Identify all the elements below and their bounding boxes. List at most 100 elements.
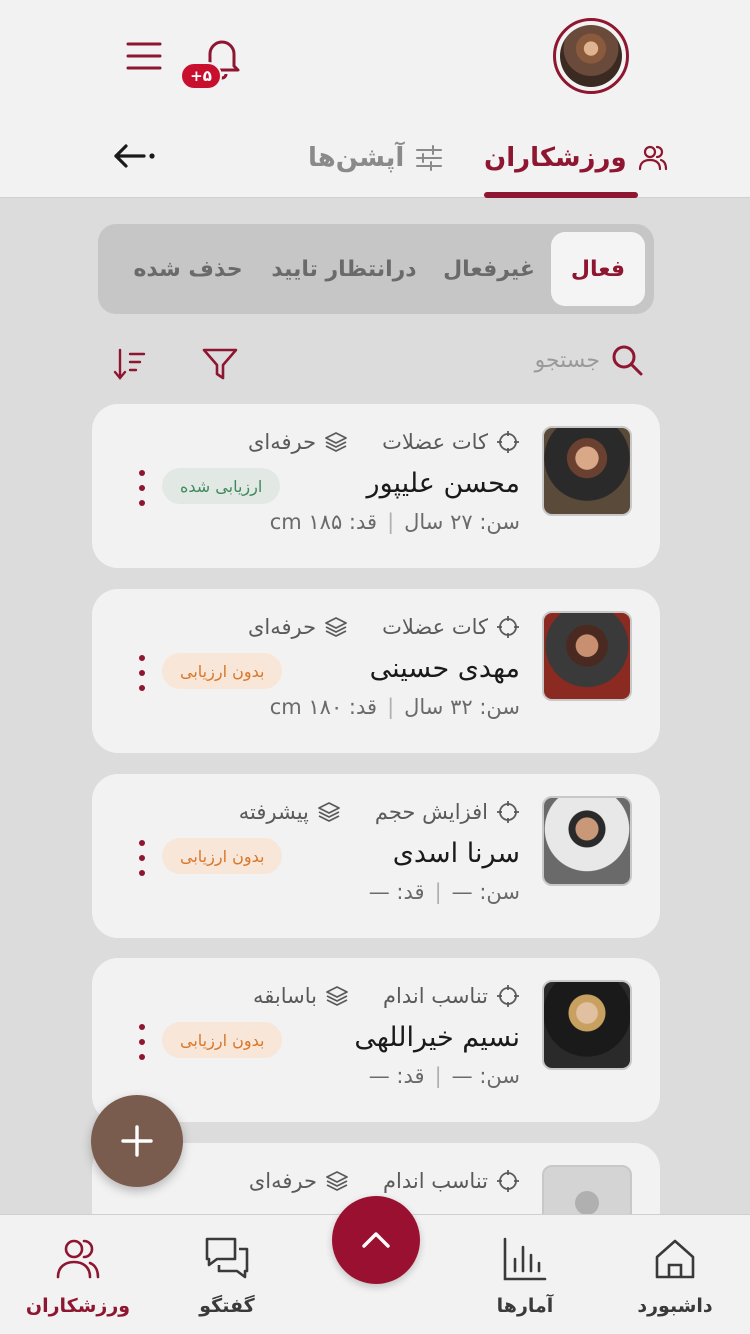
athlete-level: باسابقه: [253, 984, 317, 1008]
height-label: قد:: [396, 1064, 425, 1088]
app-header: +۵ ورزشکاران آپشن‌ها: [0, 0, 750, 198]
target-icon: [497, 801, 519, 823]
athlete-card[interactable]: کات عضلات حرفه‌ای مهدی حسینی سن: ۳۲ سال|…: [92, 589, 660, 753]
athlete-level: حرفه‌ای: [247, 615, 317, 639]
athlete-level: پیشرفته: [238, 800, 309, 824]
athlete-name: محسن علیپور: [366, 468, 520, 499]
search-placeholder: جستجو: [534, 347, 600, 373]
athlete-goal: تناسب اندام: [382, 1169, 488, 1193]
tab-options[interactable]: آپشن‌ها: [308, 138, 444, 178]
hamburger-menu-icon[interactable]: [124, 36, 164, 76]
athlete-meta: افزایش حجم پیشرفته: [239, 800, 520, 824]
nav-athletes-label: ورزشکاران: [25, 1295, 131, 1317]
notification-badge: +۵: [180, 62, 222, 90]
add-athlete-button[interactable]: [91, 1095, 183, 1187]
active-tab-indicator: [484, 192, 638, 198]
status-badge: بدون ارزیابی: [162, 1022, 283, 1058]
sliders-icon: [416, 145, 443, 171]
athlete-level: حرفه‌ای: [247, 430, 317, 454]
height-value: ۱۸۵ cm: [269, 510, 343, 534]
segment-inactive[interactable]: غیرفعال: [434, 232, 544, 306]
more-options-icon[interactable]: [132, 840, 152, 876]
more-options-icon[interactable]: [132, 1024, 152, 1060]
arrow-left-icon[interactable]: [112, 138, 158, 174]
height-label: قد:: [396, 880, 425, 904]
athlete-card[interactable]: کات عضلات حرفه‌ای محسن علیپور سن: ۲۷ سال…: [92, 404, 660, 568]
status-badge: ارزیابی شده: [162, 468, 281, 504]
athlete-stats: سن: ۲۷ سال|قد: ۱۸۵ cm: [269, 510, 520, 534]
age-value: —: [451, 1064, 473, 1088]
nav-stats[interactable]: آمارها: [455, 1235, 595, 1317]
more-options-icon[interactable]: [132, 470, 152, 506]
age-value: ۲۷ سال: [404, 510, 473, 534]
athlete-photo: [542, 980, 632, 1070]
avatar-image: [560, 25, 622, 87]
users-icon: [56, 1239, 100, 1279]
height-value: —: [368, 880, 390, 904]
tab-athletes-label: ورزشکاران: [484, 143, 627, 173]
age-label: سن:: [479, 1064, 520, 1088]
segment-deleted[interactable]: حذف شده: [118, 232, 258, 306]
athlete-name: نسیم خیراللهی: [354, 1022, 520, 1053]
athlete-card[interactable]: تناسب اندام باسابقه نسیم خیراللهی سن: —|…: [92, 958, 660, 1122]
athlete-card[interactable]: افزایش حجم پیشرفته سرنا اسدی سن: —|قد: —…: [92, 774, 660, 938]
status-badge: بدون ارزیابی: [162, 838, 283, 874]
segment-pending[interactable]: درانتظار تایید: [266, 232, 422, 306]
athlete-name: مهدی حسینی: [369, 653, 520, 684]
athlete-meta: کات عضلات حرفه‌ای: [248, 430, 520, 454]
home-icon: [655, 1239, 695, 1279]
age-value: —: [451, 880, 473, 904]
plus-icon: [121, 1125, 153, 1157]
age-label: سن:: [479, 695, 520, 719]
height-value: ۱۸۰ cm: [269, 695, 343, 719]
height-value: —: [368, 1064, 390, 1088]
scroll-up-button[interactable]: [332, 1196, 420, 1284]
height-label: قد:: [348, 510, 378, 534]
nav-dashboard-label: داشبورد: [637, 1295, 713, 1317]
segment-active[interactable]: فعال: [551, 232, 645, 306]
height-label: قد:: [348, 695, 378, 719]
age-label: سن:: [479, 880, 520, 904]
target-icon: [497, 985, 519, 1007]
bar-chart-icon: [503, 1237, 547, 1281]
age-label: سن:: [479, 510, 520, 534]
athlete-meta: تناسب اندام حرفه‌ای: [249, 1169, 520, 1193]
layers-icon: [325, 617, 348, 637]
target-icon: [497, 431, 519, 453]
nav-athletes[interactable]: ورزشکاران: [8, 1235, 148, 1317]
nav-chat-label: گفتگو: [199, 1295, 255, 1317]
nav-dashboard[interactable]: داشبورد: [605, 1235, 745, 1317]
athlete-goal: افزایش حجم: [374, 800, 488, 824]
athlete-name: سرنا اسدی: [392, 838, 520, 869]
search-input[interactable]: جستجو: [520, 340, 644, 380]
sort-icon[interactable]: [110, 344, 150, 384]
layers-icon: [326, 986, 348, 1006]
athlete-meta: کات عضلات حرفه‌ای: [248, 615, 520, 639]
layers-icon: [326, 1171, 348, 1191]
athlete-photo: [542, 426, 632, 516]
athlete-stats: سن: —|قد: —: [368, 880, 520, 904]
nav-chat[interactable]: گفتگو: [157, 1235, 297, 1317]
chevron-up-icon: [362, 1232, 390, 1248]
layers-icon: [317, 802, 340, 822]
athlete-goal: تناسب اندام: [382, 984, 488, 1008]
athlete-level: حرفه‌ای: [248, 1169, 317, 1193]
filter-icon[interactable]: [200, 344, 240, 384]
more-options-icon[interactable]: [132, 655, 152, 691]
athlete-stats: سن: ۳۲ سال|قد: ۱۸۰ cm: [269, 695, 520, 719]
chat-icon: [205, 1237, 249, 1279]
athlete-stats: سن: —|قد: —: [368, 1064, 520, 1088]
target-icon: [497, 1170, 519, 1192]
tab-athletes[interactable]: ورزشکاران: [484, 138, 669, 178]
search-icon: [612, 345, 643, 376]
target-icon: [497, 616, 519, 638]
status-badge: بدون ارزیابی: [162, 653, 283, 689]
athlete-goal: کات عضلات: [382, 615, 488, 639]
athlete-photo: [542, 611, 632, 701]
tab-options-label: آپشن‌ها: [308, 143, 405, 173]
status-segmented-control: فعال غیرفعال درانتظار تایید حذف شده: [98, 224, 654, 314]
athlete-goal: کات عضلات: [382, 430, 488, 454]
users-icon: [638, 145, 667, 171]
profile-avatar[interactable]: [553, 18, 629, 94]
athlete-meta: تناسب اندام باسابقه: [253, 984, 520, 1008]
